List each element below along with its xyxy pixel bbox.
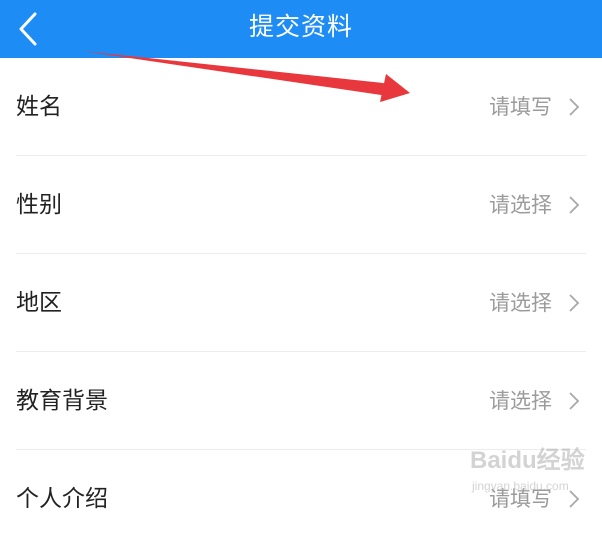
form-row-introduction[interactable]: 个人介绍 请填写: [0, 450, 602, 548]
row-label: 教育背景: [16, 388, 108, 414]
row-label: 个人介绍: [16, 486, 108, 512]
top-navigation-bar: 提交资料: [0, 0, 602, 58]
form-row-education[interactable]: 教育背景 请选择: [0, 352, 602, 450]
page-title: 提交资料: [248, 12, 353, 41]
row-label: 姓名: [16, 94, 62, 120]
profile-form: 姓名 请填写 性别 请选择 地区 请选择 教育背景 请选择 个人介绍 请填写: [0, 58, 602, 548]
row-value: 请填写: [489, 487, 552, 511]
form-row-name[interactable]: 姓名 请填写: [0, 58, 602, 156]
chevron-right-icon: [564, 254, 584, 352]
chevron-right-icon: [564, 156, 584, 254]
form-row-region[interactable]: 地区 请选择: [0, 254, 602, 352]
form-row-gender[interactable]: 性别 请选择: [0, 156, 602, 254]
row-label: 地区: [16, 290, 62, 316]
row-value: 请选择: [489, 389, 552, 413]
row-value: 请填写: [489, 95, 552, 119]
row-label: 性别: [16, 192, 62, 218]
chevron-right-icon: [564, 58, 584, 156]
row-value: 请选择: [489, 193, 552, 217]
chevron-right-icon: [564, 450, 584, 548]
chevron-right-icon: [564, 352, 584, 450]
row-value: 请选择: [489, 291, 552, 315]
